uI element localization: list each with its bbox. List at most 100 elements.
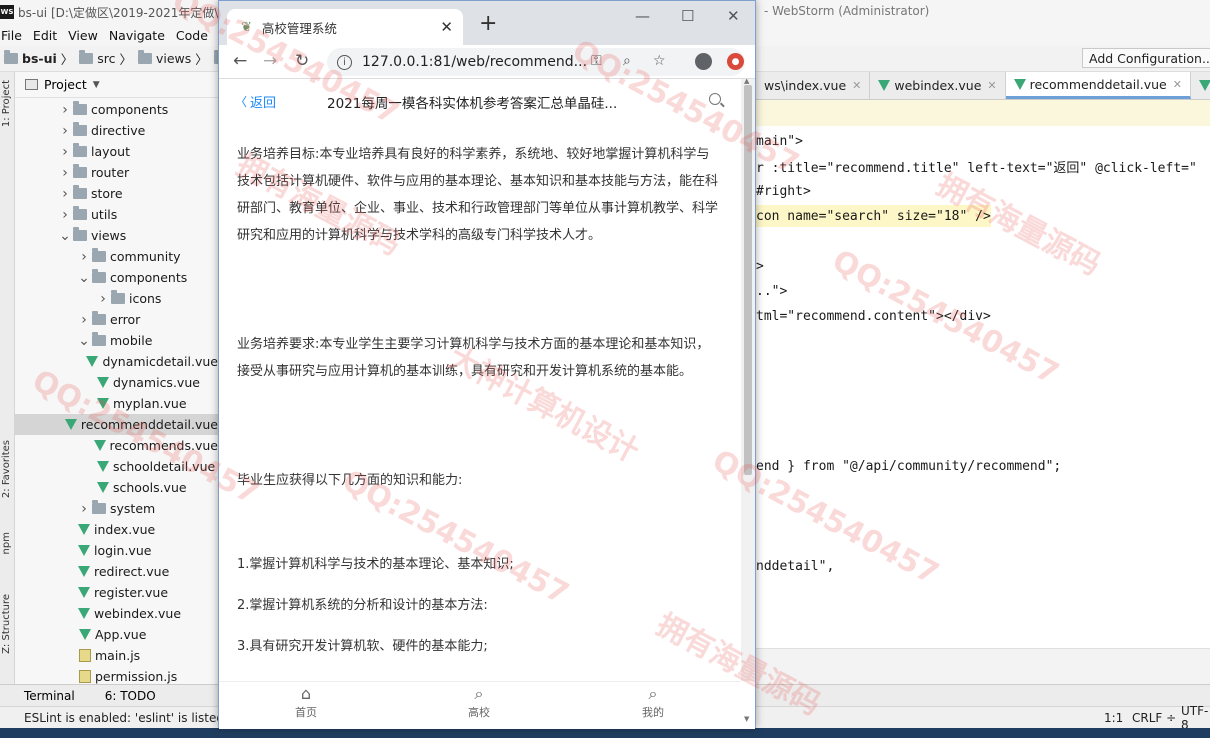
address-bar[interactable]: i 127.0.0.1:81/web/recommend... ⚿ ⌕ ☆ [327, 48, 745, 76]
info-icon[interactable]: i [337, 54, 352, 70]
tab-home[interactable]: ⌂ 首页 [276, 684, 336, 720]
close-icon[interactable]: ✕ [1173, 78, 1182, 91]
close-icon[interactable]: ✕ [987, 79, 996, 92]
scrollbar-thumb[interactable] [744, 85, 752, 475]
forward-arrow-icon[interactable]: → [263, 51, 277, 71]
menu-view[interactable]: View [68, 28, 98, 43]
tree-file[interactable]: schools.vue [15, 477, 218, 498]
folder-icon [73, 122, 87, 136]
project-tool-button[interactable]: 1: Project [1, 80, 12, 127]
menu-edit[interactable]: Edit [33, 28, 57, 43]
chevron-right-icon[interactable]: › [97, 291, 109, 307]
tree-file[interactable]: recommenddetail.vue [15, 414, 218, 435]
back-arrow-icon[interactable]: ← [233, 51, 247, 71]
star-icon[interactable]: ☆ [653, 53, 666, 69]
tree-file[interactable]: redirect.vue [15, 561, 218, 582]
tree-file[interactable]: permission.js [15, 666, 218, 684]
chevron-down-icon[interactable]: ⌄ [78, 333, 90, 349]
folder-icon [137, 50, 152, 64]
todo-button[interactable]: 6: TODO [105, 689, 156, 703]
chevron-right-icon[interactable]: › [59, 102, 71, 118]
tree-folder[interactable]: › community [15, 246, 218, 267]
tree-folder[interactable]: › layout [15, 141, 218, 162]
tree-file[interactable]: register.vue [15, 582, 218, 603]
structure-tool-button[interactable]: Z: Structure [1, 594, 12, 654]
line-separator[interactable]: CRLF ÷ [1132, 711, 1176, 725]
editor-tab-active[interactable]: recommenddetail.vue ✕ [1005, 72, 1191, 99]
tree-file[interactable]: App.vue [15, 624, 218, 645]
chevron-down-icon[interactable]: ⌄ [78, 270, 90, 286]
new-tab-button[interactable]: + [479, 11, 497, 36]
chevron-right-icon[interactable]: › [59, 165, 71, 181]
chevron-right-icon[interactable]: › [78, 312, 90, 328]
browser-window: ❦ 高校管理系统 ✕ + — ☐ ✕ ← → ↻ i 127.0.0.1:81/… [218, 0, 756, 729]
tree-file[interactable]: dynamics.vue [15, 372, 218, 393]
profile-avatar-icon[interactable] [695, 53, 712, 70]
menu-navigate[interactable]: Navigate [109, 28, 165, 43]
tree-file[interactable]: login.vue [15, 540, 218, 561]
tree-file[interactable]: dynamicdetail.vue [15, 351, 218, 372]
page-scrollbar[interactable]: ▲ ▼ [741, 79, 755, 723]
tree-file[interactable]: main.js [15, 645, 218, 666]
ide-window-title: bs-ui [D:\定做区\2019-2021年定做\ [18, 5, 219, 20]
chevron-right-icon[interactable]: › [78, 249, 90, 265]
editor-tab[interactable]: regist [1191, 72, 1210, 99]
chevron-right-icon[interactable]: › [59, 207, 71, 223]
menu-code[interactable]: Code [176, 28, 208, 43]
browser-tab[interactable]: ❦ 高校管理系统 ✕ [227, 9, 463, 45]
maximize-icon[interactable]: ☐ [681, 7, 694, 25]
back-button[interactable]: 〈 返回 [235, 92, 276, 111]
reload-icon[interactable]: ↻ [295, 51, 309, 71]
chevron-down-icon[interactable]: ⌄ [59, 228, 71, 244]
terminal-button[interactable]: Terminal [24, 689, 75, 703]
tree-file[interactable]: webindex.vue [15, 603, 218, 624]
breadcrumb-views[interactable]: views 〉 [137, 49, 208, 68]
cursor-position[interactable]: 1:1 [1104, 711, 1123, 725]
search-icon: ⌕ [474, 684, 484, 703]
webstorm-logo-icon: WS [0, 5, 14, 19]
project-panel-header[interactable]: Project ▼ [15, 72, 218, 98]
minimize-icon[interactable]: — [635, 7, 650, 25]
chevron-right-icon[interactable]: › [78, 501, 90, 517]
scroll-down-icon[interactable]: ▼ [744, 715, 749, 723]
status-message[interactable]: ESLint is enabled: 'eslint' is listed [24, 711, 224, 725]
breadcrumb-project[interactable]: bs-ui 〉 [4, 49, 73, 68]
close-tab-icon[interactable]: ✕ [440, 18, 453, 36]
editor-tab[interactable]: webindex.vue ✕ [870, 72, 1006, 99]
tree-file[interactable]: recommends.vue [15, 435, 218, 456]
tree-folder[interactable]: ⌄ mobile [15, 330, 218, 351]
chevron-right-icon[interactable]: › [59, 123, 71, 139]
tree-folder[interactable]: › utils [15, 204, 218, 225]
zoom-icon[interactable]: ⌕ [623, 53, 631, 69]
tree-folder[interactable]: › router [15, 162, 218, 183]
tree-folder[interactable]: ⌄ components [15, 267, 218, 288]
tab-schools[interactable]: ⌕ 高校 [449, 684, 509, 720]
chevron-right-icon[interactable]: › [59, 144, 71, 160]
extension-icon[interactable]: ● [727, 53, 744, 70]
tree-folder[interactable]: › components [15, 99, 218, 120]
editor-tab[interactable]: ws\index.vue ✕ [756, 72, 871, 99]
tree-folder[interactable]: › directive [15, 120, 218, 141]
npm-tool-button[interactable]: npm [1, 532, 12, 554]
tree-file[interactable]: index.vue [15, 519, 218, 540]
tree-folder[interactable]: › store [15, 183, 218, 204]
close-icon[interactable]: ✕ [852, 79, 861, 92]
tree-file[interactable]: schooldetail.vue [15, 456, 218, 477]
breadcrumb-src[interactable]: src 〉 [79, 49, 132, 68]
chevron-right-icon[interactable]: › [59, 186, 71, 202]
add-configuration-button[interactable]: Add Configuration... [1082, 48, 1210, 68]
key-icon[interactable]: ⚿ [591, 53, 602, 69]
tree-file[interactable]: myplan.vue [15, 393, 218, 414]
search-icon[interactable] [709, 93, 721, 105]
editor-tab-bar: ws\index.vue ✕ webindex.vue ✕ recommenddet… [756, 72, 1210, 100]
favorites-tool-button[interactable]: 2: Favorites [1, 440, 12, 498]
close-window-icon[interactable]: ✕ [727, 7, 740, 25]
code-editor[interactable]: main"> r :title="recommend.title" left-t… [756, 100, 1210, 684]
tree-folder[interactable]: › system [15, 498, 218, 519]
tree-folder[interactable]: › icons [15, 288, 218, 309]
tab-mine[interactable]: ⌕ 我的 [623, 684, 683, 720]
tree-folder[interactable]: › error [15, 309, 218, 330]
paragraph: 业务培养目标:本专业培养具有良好的科学素养，系统地、较好地掌握计算机科学与技术包… [237, 147, 719, 243]
tree-folder[interactable]: ⌄ views [15, 225, 218, 246]
menu-file[interactable]: File [1, 28, 22, 43]
